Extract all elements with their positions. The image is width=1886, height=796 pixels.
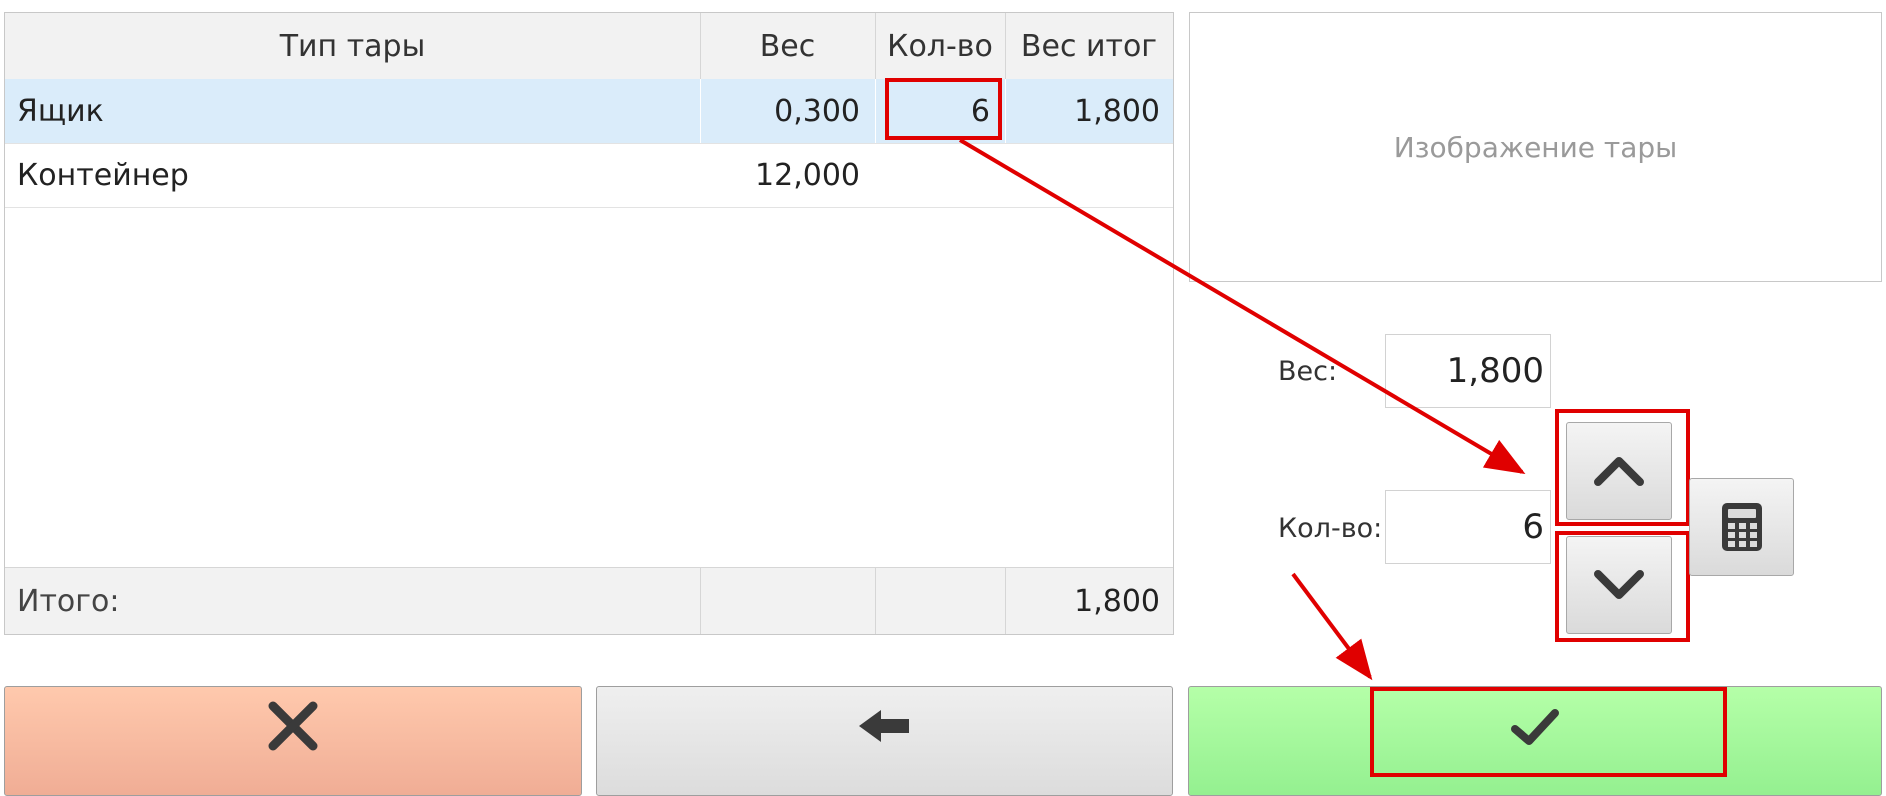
annotation-arrows (958, 138, 1526, 681)
arrow-to-confirm (1291, 572, 1373, 681)
arrow-qty-to-increment (958, 138, 1526, 475)
